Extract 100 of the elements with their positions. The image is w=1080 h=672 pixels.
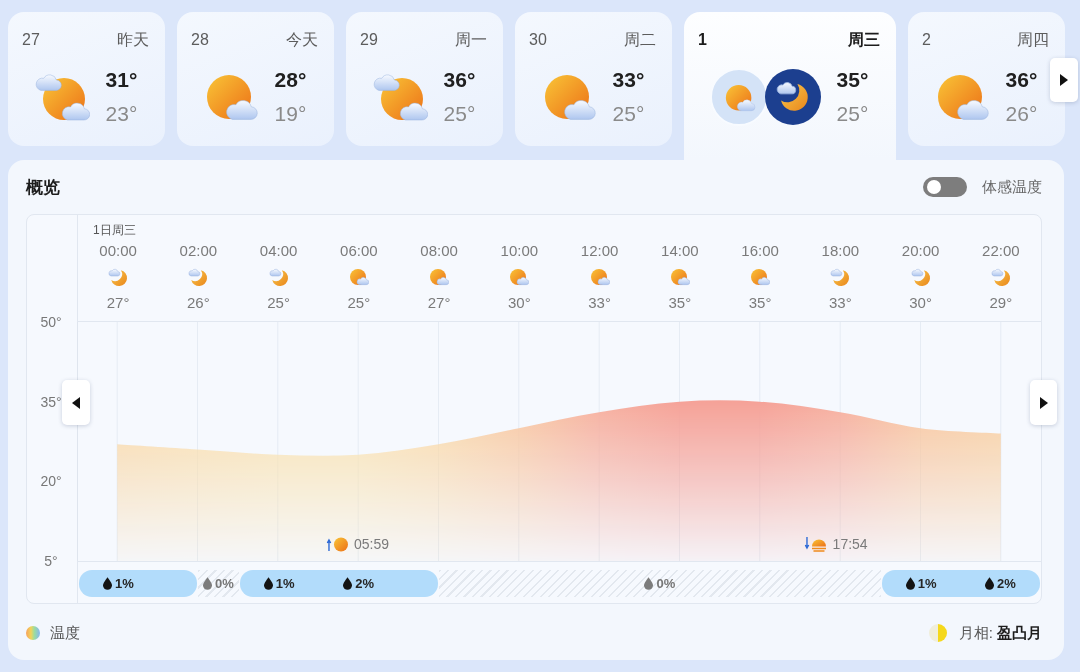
date-label: 29	[360, 30, 378, 50]
precip-chance: 2%	[355, 576, 375, 591]
precip-chance: 1%	[917, 576, 937, 591]
day-card[interactable]: 2 周四 36° 26°	[908, 12, 1065, 146]
hour-label: 00:00	[99, 242, 137, 260]
low-temp: 25°	[443, 102, 476, 126]
day-label: 今天	[286, 30, 318, 50]
hour-label: 04:00	[259, 242, 298, 260]
day-card[interactable]: 1 周三 35° 25°	[684, 12, 896, 160]
sun-cloud-icon	[709, 68, 768, 126]
moon-cloud-icon	[188, 267, 209, 287]
drop-icon	[263, 577, 273, 590]
toggle-switch[interactable]	[923, 177, 967, 197]
next-button[interactable]	[1050, 58, 1078, 102]
hour-label: 06:00	[340, 242, 378, 260]
sun-cloud-icon	[669, 267, 690, 287]
moon-cloud-icon	[830, 267, 851, 287]
legend-label: 温度	[50, 623, 80, 643]
precip-chance: 1%	[275, 576, 295, 591]
precip-chance: 1%	[115, 576, 134, 591]
legend-swatch-icon	[26, 626, 40, 640]
day-heading: 1日周三	[93, 222, 136, 238]
hour-temp: 25°	[267, 294, 290, 312]
low-temp: 26°	[1005, 102, 1038, 126]
axis-label: 5°	[44, 552, 58, 570]
date-label: 30	[529, 30, 547, 50]
hour-label: 22:00	[982, 242, 1020, 260]
precip-chance: 0%	[215, 576, 234, 591]
day-card[interactable]: 27 昨天 31° 23°	[8, 12, 165, 146]
date-label: 1	[698, 30, 707, 50]
hour-temp: 26°	[187, 294, 210, 312]
low-temp: 25°	[612, 102, 645, 126]
hour-label: 18:00	[821, 242, 860, 260]
hour-temp: 30°	[508, 294, 531, 312]
hour-label: 02:00	[179, 242, 218, 260]
caret-left-icon	[72, 396, 80, 409]
sun-cloud-icon	[509, 267, 530, 287]
caret-right-icon	[1060, 74, 1068, 86]
day-label: 周二	[624, 30, 656, 50]
moon-phase-text: 月相: 盈凸月	[958, 623, 1042, 643]
next-button[interactable]	[1030, 380, 1057, 425]
hour-temp: 35°	[668, 294, 692, 312]
moon-cloud-icon	[990, 267, 1011, 287]
moon-cloud-icon	[910, 267, 931, 287]
hour-temp: 30°	[909, 294, 932, 312]
hour-label: 20:00	[901, 242, 940, 260]
date-label: 28	[191, 30, 209, 50]
sun-time: 05:59	[354, 536, 390, 552]
drop-icon	[905, 577, 915, 590]
sun-time: 17:54	[832, 536, 868, 552]
axis-label: 20°	[40, 472, 62, 491]
moon-phase-icon	[928, 624, 947, 642]
sunset-icon	[804, 536, 827, 552]
drop-icon	[644, 577, 654, 590]
caret-right-icon	[1039, 396, 1048, 409]
date-label: 2	[922, 30, 931, 50]
sun-cloud-icon	[429, 267, 450, 287]
toggle-label: 体感温度	[982, 177, 1042, 197]
moon-cloud-icon	[764, 69, 821, 125]
hour-temp: 33°	[588, 294, 611, 312]
high-temp: 36°	[443, 68, 476, 92]
axis-label: 35°	[40, 392, 62, 411]
moon-cloud-icon	[108, 267, 129, 287]
drop-icon	[103, 577, 113, 590]
day-card[interactable]: 30 周二 33° 25°	[515, 12, 672, 146]
drop-icon	[343, 577, 353, 590]
hour-temp: 35°	[748, 294, 772, 312]
day-label: 周一	[455, 30, 487, 50]
precip-chance: 2%	[996, 576, 1016, 591]
hour-temp: 33°	[829, 294, 852, 312]
day-label: 昨天	[117, 30, 149, 50]
precip-chance: 0%	[656, 576, 676, 591]
previous-button[interactable]	[62, 380, 90, 425]
hour-temp: 29°	[989, 294, 1013, 312]
drop-icon	[203, 577, 213, 590]
high-temp: 36°	[1005, 68, 1038, 92]
date-label: 27	[22, 30, 40, 50]
sunrise-icon	[326, 536, 348, 552]
section-title: 概览	[26, 176, 60, 199]
sun-cloud-icon	[750, 267, 771, 287]
sun-cloud-icon	[348, 267, 369, 287]
low-temp: 23°	[105, 102, 138, 126]
hour-label: 16:00	[741, 242, 779, 260]
moon-cloud-icon	[268, 267, 289, 287]
hour-label: 08:00	[420, 242, 458, 260]
low-temp: 25°	[836, 102, 869, 126]
hour-temp: 27°	[427, 294, 451, 312]
low-temp: 19°	[274, 102, 307, 126]
sun-cloud-icon	[589, 267, 610, 287]
hour-label: 10:00	[500, 242, 539, 260]
high-temp: 35°	[836, 68, 869, 92]
day-card[interactable]: 29 周一 36° 25°	[346, 12, 503, 146]
high-temp: 28°	[274, 68, 307, 92]
high-temp: 31°	[105, 68, 138, 92]
day-card[interactable]: 28 今天 28° 19°	[177, 12, 334, 146]
drop-icon	[984, 577, 994, 590]
hour-label: 14:00	[661, 242, 699, 260]
day-label: 周四	[1017, 30, 1049, 50]
day-label: 周三	[848, 30, 880, 50]
axis-label: 50°	[40, 313, 62, 331]
